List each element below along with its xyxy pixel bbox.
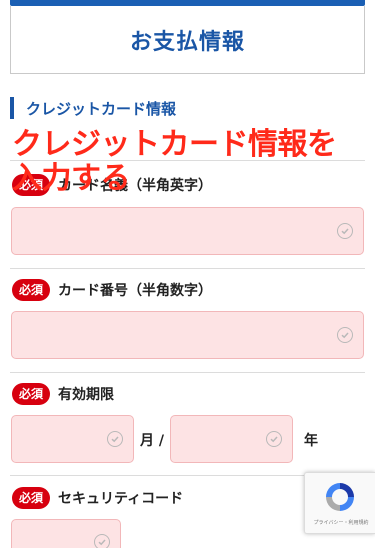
expiry-month-select[interactable] [11,415,134,463]
recaptcha-badge[interactable]: プライバシー・利用規約 [304,472,375,534]
card-number-label-row: 必須 カード番号（半角数字） [12,279,212,301]
card-number-label: カード番号（半角数字） [58,283,213,299]
overlay-caption-line2: 入力する [12,161,131,196]
overlay-caption-line1: クレジットカード情報を [12,127,337,162]
expiry-year-select[interactable] [170,415,293,463]
expiry-label: 有効期限 [58,387,115,403]
card-number-input[interactable] [11,311,364,359]
overlay-caption: クレジットカード情報を 入力する [12,128,362,196]
check-icon [337,327,353,343]
year-unit-label: 年 [304,433,318,449]
divider [10,372,365,373]
section-header: クレジットカード情報 [10,96,176,120]
page-title-box: お支払情報 [10,6,365,74]
check-icon [94,534,110,548]
expiry-label-row: 必須 有効期限 [12,383,114,405]
divider [10,268,365,269]
check-icon [337,223,353,239]
section-title: クレジットカード情報 [26,99,177,118]
required-badge: 必須 [12,383,51,405]
recaptcha-footer[interactable]: プライバシー・利用規約 [309,519,373,526]
security-code-label: セキュリティコード [58,491,184,507]
page-title: お支払情報 [129,29,245,55]
required-badge: 必須 [12,279,51,301]
month-unit-label: 月 / [140,433,164,449]
section-header-bar [10,97,14,119]
security-code-input[interactable] [11,519,121,548]
check-icon [107,431,123,447]
required-badge: 必須 [12,487,51,509]
security-code-label-row: 必須 セキュリティコード [12,487,183,509]
recaptcha-logo-icon [326,483,354,511]
check-icon [266,431,282,447]
card-name-input[interactable] [11,207,364,255]
